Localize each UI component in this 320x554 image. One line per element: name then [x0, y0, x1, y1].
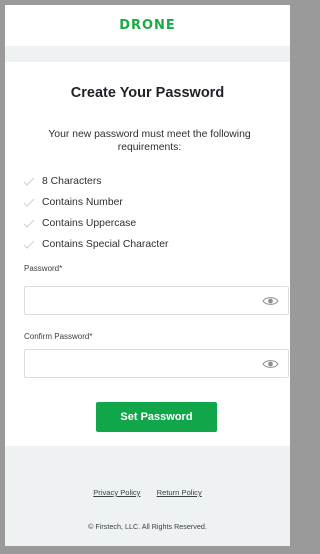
password-label: Password*: [24, 264, 63, 273]
page-title: Create Your Password: [70, 85, 225, 101]
confirm-password-label: Confirm Password*: [24, 332, 93, 341]
requirements-list: 8 Characters Contains Number Contains Up…: [22, 171, 280, 255]
footer-links: Privacy Policy Return Policy: [5, 488, 290, 497]
copyright-text: © Firstech, LLC. All Rights Reserved.: [88, 522, 207, 531]
password-form: Create Your Password Your new password m…: [5, 62, 290, 447]
password-field-box: [24, 286, 289, 315]
brand-logo[interactable]: DRONE: [119, 18, 176, 33]
privacy-policy-link[interactable]: Privacy Policy: [93, 488, 140, 497]
check-icon: [23, 240, 35, 249]
page-subtitle: Your new password must meet the followin…: [48, 129, 251, 153]
requirement-item: Contains Uppercase: [22, 213, 280, 234]
requirement-item: Contains Number: [22, 192, 280, 213]
return-policy-link[interactable]: Return Policy: [157, 488, 202, 497]
confirm-password-field-box: [24, 349, 289, 378]
header: DRONE: [5, 5, 290, 47]
confirm-password-input[interactable]: [25, 350, 261, 377]
page-frame: DRONE Create Your Password Your new pass…: [5, 5, 290, 546]
requirement-label: 8 Characters: [42, 176, 102, 187]
footer: Privacy Policy Return Policy © Firstech,…: [5, 446, 290, 546]
requirement-label: Contains Uppercase: [42, 218, 137, 229]
requirement-item: 8 Characters: [22, 171, 280, 192]
check-icon: [23, 198, 35, 207]
password-input[interactable]: [25, 287, 261, 314]
requirement-label: Contains Special Character: [42, 239, 169, 250]
eye-icon[interactable]: [262, 358, 279, 370]
requirement-item: Contains Special Character: [22, 234, 280, 255]
check-icon: [23, 219, 35, 228]
requirement-label: Contains Number: [42, 197, 123, 208]
eye-icon[interactable]: [262, 295, 279, 307]
header-band: [5, 47, 290, 62]
check-icon: [23, 177, 35, 186]
set-password-button[interactable]: Set Password: [96, 402, 217, 432]
